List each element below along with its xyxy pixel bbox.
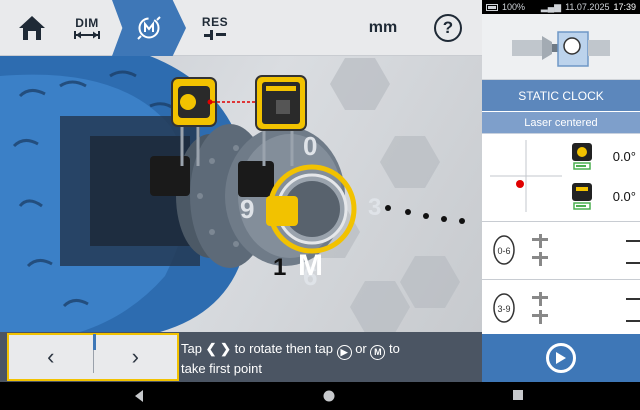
recents-icon[interactable]: [512, 389, 524, 401]
app-root: DIM RES mm ? 0 3 6 9 1 M ‹ › Tap ❮ ❯ to …: [0, 0, 640, 410]
instruction-part: take first point: [181, 361, 262, 376]
chevron-left-icon: ❮: [205, 341, 217, 356]
dimensions-icon: [74, 31, 100, 39]
top-toolbar: DIM RES mm ?: [0, 0, 482, 56]
back-icon[interactable]: [133, 389, 145, 403]
home-nav-icon[interactable]: [322, 389, 336, 403]
results-button[interactable]: RES: [190, 0, 240, 56]
instruction-part: to: [389, 341, 400, 356]
m-button-icon: M: [370, 345, 386, 360]
instruction-part: Tap: [181, 341, 202, 356]
rotation-indicator: [93, 334, 96, 350]
results-icon: [204, 30, 226, 40]
rotation-control-bar: ‹ › Tap ❮ ❯ to rotate then tap ▶ or M to…: [0, 332, 482, 382]
machine-thumbnail[interactable]: [482, 14, 640, 80]
machine-train-icon: [512, 30, 610, 67]
laser-status: Laser centered: [482, 112, 640, 134]
horizontal-result-row: 3-9: [482, 280, 640, 338]
dimensions-button[interactable]: DIM: [62, 0, 112, 56]
sensor-icon: [572, 143, 592, 170]
measure-tab-active[interactable]: [112, 0, 186, 56]
instruction-part: to rotate then tap: [234, 341, 333, 356]
take-point-button[interactable]: [482, 334, 640, 382]
rotate-left-button[interactable]: ‹: [9, 335, 93, 379]
sensor-angle-row: 0.0°: [570, 138, 640, 174]
chevron-right-icon: ›: [131, 344, 139, 369]
value-placeholder: [626, 262, 640, 264]
right-panel: 100% ▂▄▆ 11.07.2025 17:39 STATIC CLOCK L…: [482, 0, 640, 382]
status-bar: 100% ▂▄▆ 11.07.2025 17:39: [482, 0, 640, 14]
view-3-9-icon: 3-9: [493, 293, 515, 323]
play-icon: ▶: [336, 345, 352, 360]
chevron-right-icon: ❯: [220, 341, 232, 356]
help-button[interactable]: ?: [426, 0, 470, 56]
results-panel: 0-6 3-9: [482, 222, 640, 340]
clock-label-3: 3: [368, 194, 382, 221]
offset-angle-icon: [532, 292, 548, 324]
instruction-part: or: [355, 341, 367, 356]
svg-text:3-9: 3-9: [497, 304, 510, 314]
machine-scene: 0 3 6 9 1 M: [0, 56, 482, 332]
value-placeholder: [626, 240, 640, 242]
receiver-angle-value: 0.0°: [612, 188, 636, 204]
dim-label: DIM: [75, 16, 99, 30]
home-button[interactable]: [10, 0, 54, 56]
play-icon: [546, 343, 576, 373]
status-date: 11.07.2025: [565, 2, 610, 12]
help-icon: ?: [434, 14, 462, 42]
angle-panel: 0.0° 0.0°: [482, 134, 640, 222]
vertical-result-row: 0-6: [482, 222, 640, 280]
value-placeholder: [626, 320, 640, 322]
clock-label-9: 9: [240, 194, 255, 224]
receiver-angle-row: 0.0°: [570, 178, 640, 214]
measurement-position-number: 1: [273, 254, 287, 281]
sensor-angle-value: 0.0°: [612, 148, 636, 164]
measurement-mode[interactable]: STATIC CLOCK: [482, 80, 640, 112]
android-nav-bar: [0, 382, 640, 410]
offset-angle-icon: [532, 234, 548, 266]
receiver-icon: [572, 183, 592, 210]
rotation-selector: ‹ ›: [7, 333, 179, 381]
clock-label-0: 0: [303, 131, 318, 161]
measure-point-button[interactable]: M: [298, 249, 323, 283]
rotate-right-button[interactable]: ›: [94, 335, 178, 379]
view-0-6-icon: 0-6: [493, 235, 515, 265]
laser-target-icon: [490, 140, 562, 212]
home-icon: [19, 16, 45, 40]
value-placeholder: [626, 298, 640, 300]
measure-icon: [137, 16, 161, 40]
svg-text:0-6: 0-6: [497, 246, 510, 256]
signal-icon: ▂▄▆: [540, 1, 562, 12]
instruction-text: Tap ❮ ❯ to rotate then tap ▶ or M to tak…: [181, 340, 481, 377]
battery-level: 100%: [502, 2, 526, 12]
unit-button[interactable]: mm: [360, 0, 406, 56]
res-label: RES: [201, 15, 229, 29]
chevron-left-icon: ‹: [47, 344, 55, 369]
battery-icon: [486, 3, 498, 11]
status-time: 17:39: [613, 2, 636, 12]
